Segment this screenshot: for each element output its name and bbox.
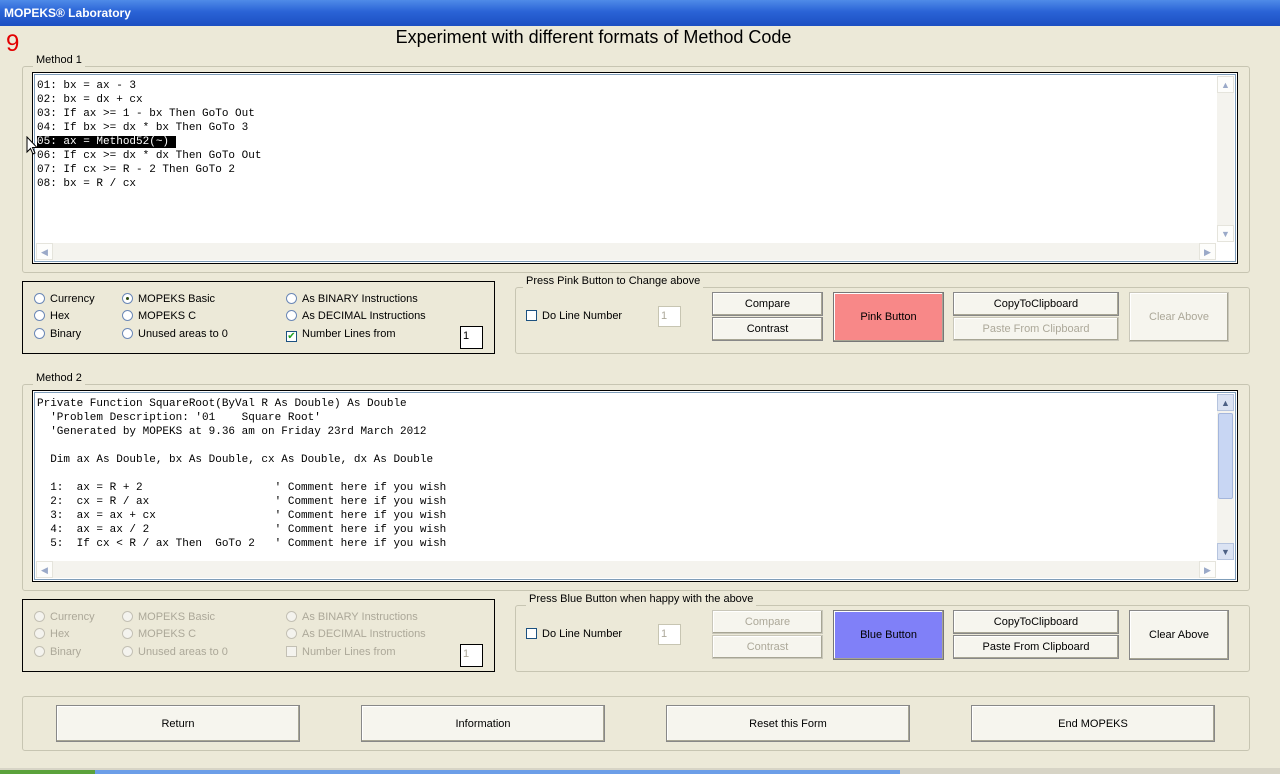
information-button[interactable]: Information: [361, 705, 605, 742]
method2-code-editor[interactable]: Private Function SquareRoot(ByVal R As D…: [32, 390, 1238, 582]
checkmark-icon[interactable]: ✔: [286, 331, 297, 342]
radio-icon[interactable]: [286, 611, 297, 622]
clear-above-button[interactable]: Clear Above: [1129, 610, 1229, 660]
method2-horizontal-scrollbar[interactable]: ◀ ▶: [36, 561, 1216, 578]
contrast-button[interactable]: Contrast: [712, 317, 823, 341]
radio-icon[interactable]: [286, 293, 297, 304]
checkbox-icon[interactable]: [526, 310, 537, 321]
pink-button[interactable]: Pink Button: [833, 292, 944, 342]
radio-icon[interactable]: [34, 646, 45, 657]
option-as-binary[interactable]: As BINARY Instructions: [286, 292, 418, 306]
radio-icon[interactable]: [34, 293, 45, 304]
option-currency[interactable]: Currency: [34, 292, 95, 306]
method1-code-editor[interactable]: 01: bx = ax - 3 02: bx = dx + cx 03: If …: [32, 72, 1238, 264]
mouse-cursor-icon: [26, 136, 38, 155]
window-titlebar: MOPEKS® Laboratory: [0, 0, 1280, 26]
paste-from-clipboard-button[interactable]: Paste From Clipboard: [953, 317, 1119, 341]
clear-above-button[interactable]: Clear Above: [1129, 292, 1229, 342]
end-mopeks-button[interactable]: End MOPEKS: [971, 705, 1215, 742]
radio-icon[interactable]: [122, 611, 133, 622]
radio-icon[interactable]: [34, 628, 45, 639]
compare-button[interactable]: Compare: [712, 610, 823, 634]
radio-icon[interactable]: [286, 310, 297, 321]
option-mopeks-c[interactable]: MOPEKS C: [122, 627, 196, 641]
line-number-input[interactable]: 1: [658, 624, 681, 645]
radio-icon[interactable]: [34, 611, 45, 622]
option-unused-areas[interactable]: Unused areas to 0: [122, 645, 228, 659]
scroll-left-icon[interactable]: ◀: [36, 243, 53, 260]
scroll-up-icon[interactable]: ▲: [1217, 394, 1234, 411]
blue-panel-legend: Press Blue Button when happy with the ab…: [526, 593, 757, 606]
method1-legend: Method 1: [33, 54, 85, 67]
return-button[interactable]: Return: [56, 705, 300, 742]
taskbar-strip: [0, 768, 1280, 774]
method1-code-text[interactable]: 01: bx = ax - 3 02: bx = dx + cx 03: If …: [35, 75, 1235, 191]
scroll-up-icon[interactable]: ▲: [1217, 76, 1234, 93]
option-as-binary[interactable]: As BINARY Instructions: [286, 610, 418, 624]
scroll-down-icon[interactable]: ▼: [1217, 225, 1234, 242]
radio-selected-icon[interactable]: [122, 293, 133, 304]
reset-form-button[interactable]: Reset this Form: [666, 705, 910, 742]
checkbox-number-lines[interactable]: ✔ Number Lines from: [286, 327, 396, 342]
blue-button[interactable]: Blue Button: [833, 610, 944, 660]
radio-icon[interactable]: [286, 628, 297, 639]
option-as-decimal[interactable]: As DECIMAL Instructions: [286, 309, 426, 323]
radio-icon[interactable]: [122, 646, 133, 657]
checkbox-number-lines[interactable]: Number Lines from: [286, 645, 396, 659]
radio-icon[interactable]: [34, 310, 45, 321]
option-mopeks-basic[interactable]: MOPEKS Basic: [122, 292, 215, 306]
copy-to-clipboard-button[interactable]: CopyToClipboard: [953, 610, 1119, 634]
page-title: Experiment with different formats of Met…: [395, 27, 792, 47]
radio-icon[interactable]: [122, 328, 133, 339]
option-hex[interactable]: Hex: [34, 627, 70, 641]
scroll-right-icon[interactable]: ▶: [1199, 561, 1216, 578]
number-lines-from-input[interactable]: 1: [460, 644, 483, 667]
scroll-down-icon[interactable]: ▼: [1217, 543, 1234, 560]
scrollbar-thumb[interactable]: [1218, 413, 1233, 499]
radio-icon[interactable]: [122, 310, 133, 321]
checkbox-do-line-number[interactable]: Do Line Number: [526, 627, 622, 641]
checkbox-icon[interactable]: [286, 646, 297, 657]
method1-horizontal-scrollbar[interactable]: ◀ ▶: [36, 243, 1216, 260]
radio-icon[interactable]: [34, 328, 45, 339]
scroll-right-icon[interactable]: ▶: [1199, 243, 1216, 260]
window-title: MOPEKS® Laboratory: [4, 6, 131, 20]
method2-legend: Method 2: [33, 372, 85, 385]
line-number-input[interactable]: 1: [658, 306, 681, 327]
option-unused-areas[interactable]: Unused areas to 0: [122, 327, 228, 341]
selected-code-line[interactable]: 05: ax = Method52(~): [37, 136, 176, 148]
method1-vertical-scrollbar[interactable]: ▲ ▼: [1217, 76, 1234, 242]
option-mopeks-c[interactable]: MOPEKS C: [122, 309, 196, 323]
radio-icon[interactable]: [122, 628, 133, 639]
checkbox-do-line-number[interactable]: Do Line Number: [526, 309, 622, 323]
option-binary[interactable]: Binary: [34, 645, 81, 659]
option-binary[interactable]: Binary: [34, 327, 81, 341]
copy-to-clipboard-button[interactable]: CopyToClipboard: [953, 292, 1119, 316]
option-mopeks-basic[interactable]: MOPEKS Basic: [122, 610, 215, 624]
method2-code-text[interactable]: Private Function SquareRoot(ByVal R As D…: [35, 393, 1235, 551]
number-lines-from-input[interactable]: 1: [460, 326, 483, 349]
contrast-button[interactable]: Contrast: [712, 635, 823, 659]
method2-vertical-scrollbar[interactable]: ▲ ▼: [1217, 394, 1234, 560]
pink-panel-legend: Press Pink Button to Change above: [523, 275, 704, 288]
option-currency[interactable]: Currency: [34, 610, 95, 624]
option-hex[interactable]: Hex: [34, 309, 70, 323]
paste-from-clipboard-button[interactable]: Paste From Clipboard: [953, 635, 1119, 659]
compare-button[interactable]: Compare: [712, 292, 823, 316]
checkbox-icon[interactable]: [526, 628, 537, 639]
option-as-decimal[interactable]: As DECIMAL Instructions: [286, 627, 426, 641]
scroll-left-icon[interactable]: ◀: [36, 561, 53, 578]
